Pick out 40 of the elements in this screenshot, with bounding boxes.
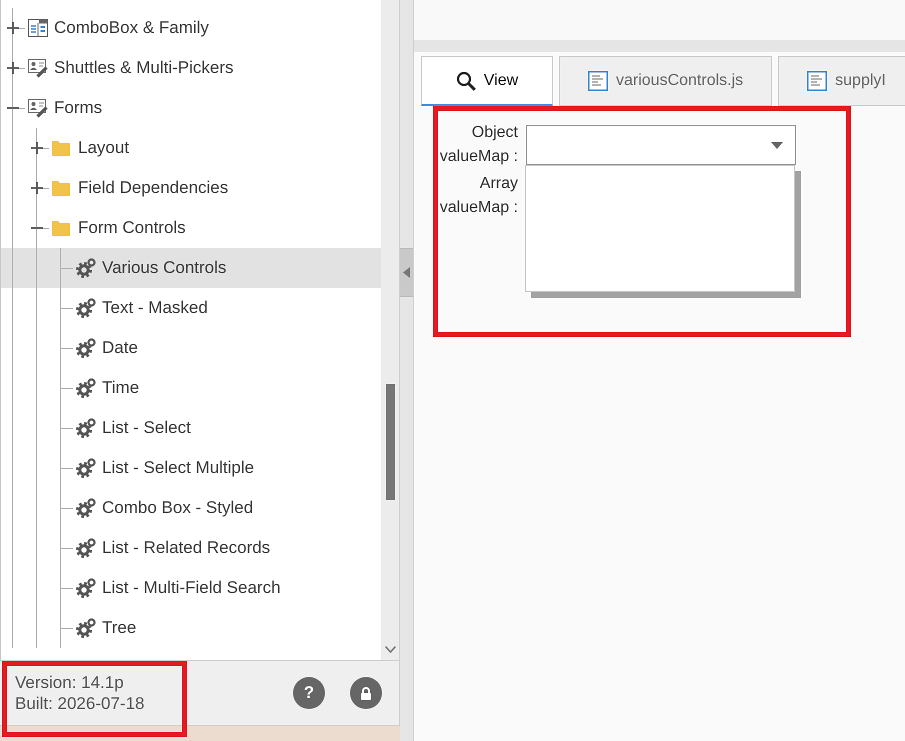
card-pencil-icon [28, 58, 48, 78]
gears-icon [76, 458, 96, 478]
plus-icon[interactable] [7, 62, 19, 74]
folder-icon [52, 180, 70, 196]
gears-icon [76, 418, 96, 438]
card-pencil-icon [28, 98, 48, 118]
plus-icon[interactable] [7, 22, 19, 34]
gears-icon [76, 578, 96, 598]
gears-icon [76, 498, 96, 518]
tree-item[interactable]: Various Controls [1, 248, 381, 288]
folder-icon [52, 140, 70, 156]
field-label: Object valueMap : [438, 123, 518, 167]
field-label: Array valueMap : [438, 174, 518, 218]
tab[interactable]: View [421, 56, 553, 106]
lock-button[interactable] [350, 677, 382, 709]
lock-icon [360, 686, 372, 700]
help-button[interactable]: ? [293, 677, 325, 709]
document-icon [807, 71, 828, 91]
gears-icon [76, 538, 96, 558]
collapse-button[interactable] [400, 248, 413, 297]
plus-icon[interactable] [31, 182, 43, 194]
document-icon [588, 71, 608, 91]
build-date-text: Built: 2026-07-18 [15, 693, 144, 714]
chevron-down-icon[interactable] [385, 646, 396, 653]
gears-icon [76, 618, 96, 638]
folder-icon [52, 220, 70, 236]
list-window-icon [28, 19, 48, 37]
caret-left-icon [403, 267, 410, 278]
tab[interactable]: supplyI [778, 56, 905, 106]
plus-icon[interactable] [31, 142, 43, 154]
version-text: Version: 14.1p [15, 672, 125, 693]
tab[interactable]: variousControls.js [559, 56, 772, 106]
gears-icon [76, 298, 96, 318]
combo-box[interactable] [526, 125, 796, 165]
caret-down-icon [771, 142, 783, 148]
search-icon [456, 70, 476, 90]
gears-icon [76, 338, 96, 358]
scrollbar-thumb[interactable] [386, 384, 395, 500]
gears-icon [76, 378, 96, 398]
gears-icon [76, 258, 96, 278]
